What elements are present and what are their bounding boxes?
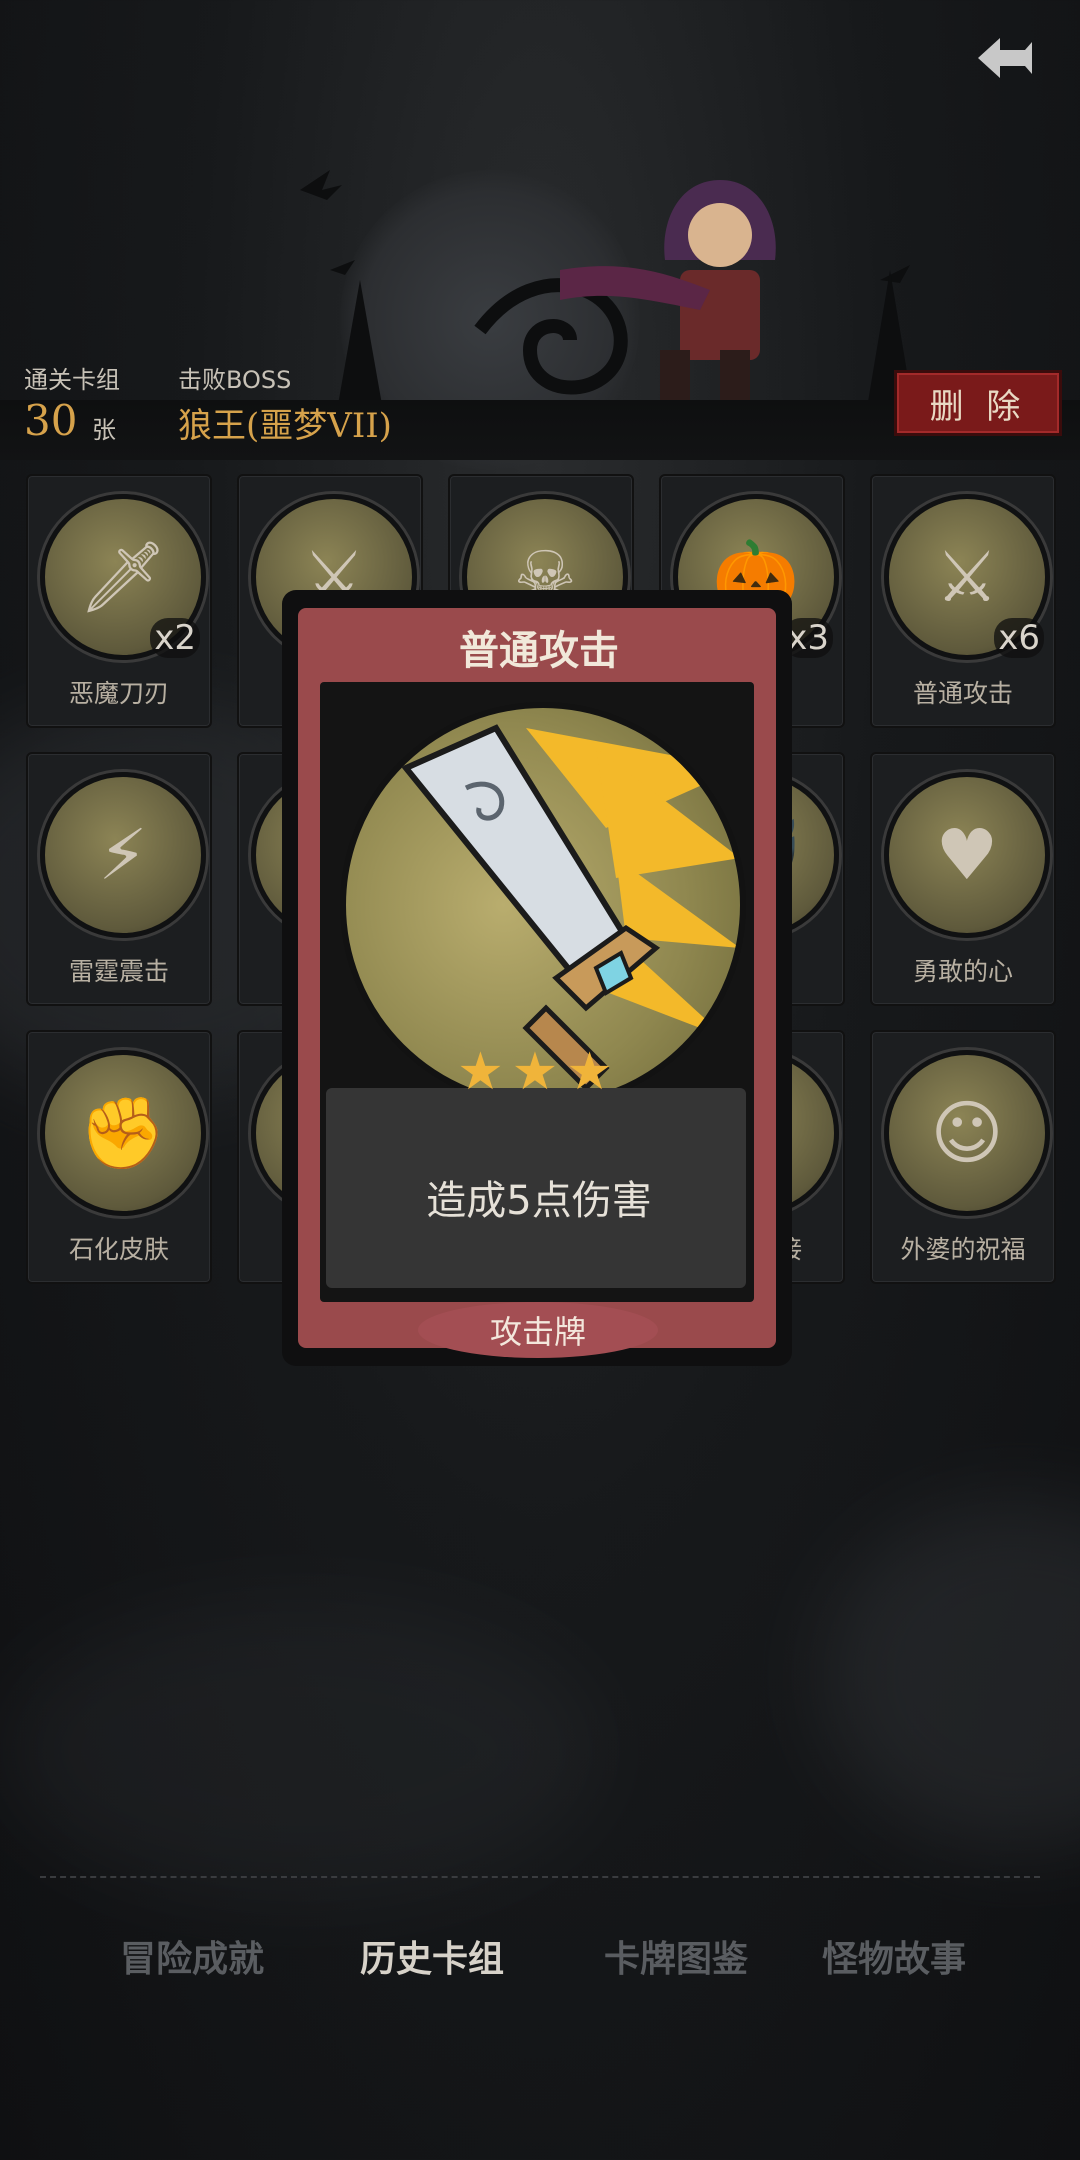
deck-count-unit: 张 xyxy=(92,416,116,444)
card-detail-title: 普通攻击 xyxy=(459,628,619,674)
card-name: 普通攻击 xyxy=(912,679,1013,708)
card-name: 勇敢的心 xyxy=(912,957,1013,986)
card-art-glyph: ♥ xyxy=(935,814,999,896)
boss-label: 击败BOSS xyxy=(178,366,292,394)
lightning-skull-icon: ⚡ xyxy=(40,772,206,938)
back-icon[interactable] xyxy=(970,28,1040,88)
rarity-stars: ★★★ xyxy=(457,1042,621,1102)
tab-achievements[interactable]: 冒险成就 xyxy=(120,1930,264,1982)
card-art-glyph: ✊ xyxy=(79,1091,167,1174)
card-name: 外婆的祝福 xyxy=(900,1235,1026,1264)
card-item[interactable]: 🗡 恶魔刀刃 x2 xyxy=(26,474,212,728)
deck-count-value: 30 xyxy=(24,396,78,445)
boss-name: 狼王(噩梦VII) xyxy=(178,406,392,446)
card-item[interactable]: ⚔ 普通攻击 x6 xyxy=(870,474,1056,728)
card-type-badge: 攻击牌 xyxy=(418,1302,658,1358)
card-name: 雷霆震击 xyxy=(68,957,169,986)
tab-card-collection[interactable]: 卡牌图鉴 xyxy=(604,1930,748,1982)
tab-history-deck[interactable]: 历史卡组 xyxy=(360,1930,504,1982)
nav-divider xyxy=(40,1876,1040,1878)
card-art-glyph: ⚡ xyxy=(98,814,148,896)
card-name: 石化皮肤 xyxy=(68,1235,169,1264)
card-item[interactable]: ✊ 石化皮肤 xyxy=(26,1030,212,1284)
stone-fist-icon: ✊ xyxy=(40,1050,206,1216)
deck-count-label: 通关卡组 xyxy=(24,366,120,394)
card-count-badge: x2 xyxy=(150,618,200,658)
card-item[interactable]: ⚡ 雷霆震击 xyxy=(26,752,212,1006)
grandma-icon: ☺ xyxy=(884,1050,1050,1216)
card-name: 恶魔刀刃 xyxy=(68,679,169,708)
card-item[interactable]: ♥ 勇敢的心 xyxy=(870,752,1056,1006)
tab-monster-stories[interactable]: 怪物故事 xyxy=(822,1930,966,1982)
delete-button[interactable]: 删 除 xyxy=(894,370,1062,436)
card-item[interactable]: ☺ 外婆的祝福 xyxy=(870,1030,1056,1284)
card-description: 造成5点伤害 xyxy=(426,1178,652,1224)
card-count-badge: x6 xyxy=(994,618,1044,658)
card-art-glyph: ☺ xyxy=(930,1092,1004,1174)
card-detail-popup[interactable]: 普通攻击 ★★★ 造成5点伤害 攻击牌 xyxy=(282,590,796,1370)
heart-icon: ♥ xyxy=(884,772,1050,938)
